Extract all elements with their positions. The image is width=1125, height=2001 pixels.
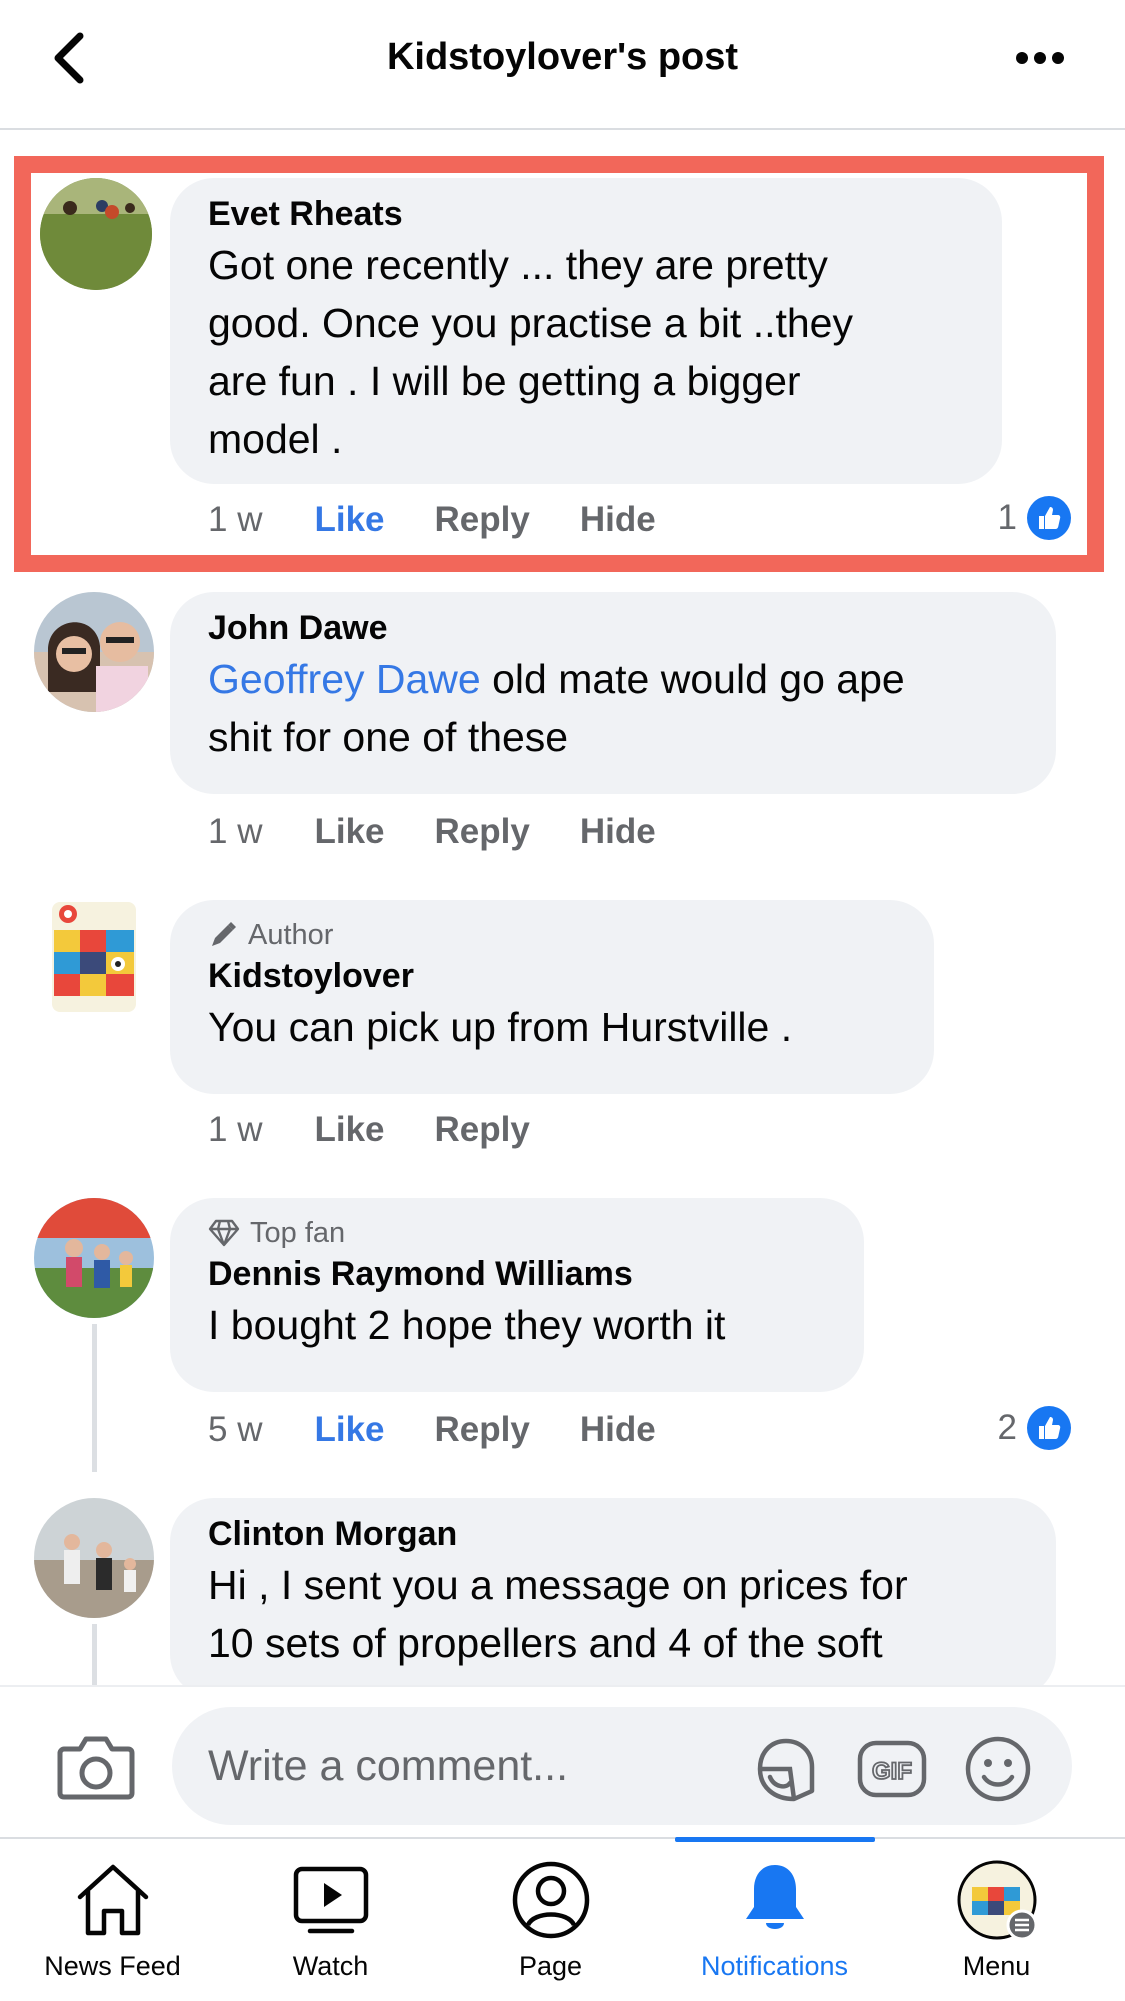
camera-button[interactable]: [56, 1731, 136, 1803]
reaction-number: 2: [997, 1408, 1017, 1447]
comment-actions: 5 w Like Reply Hide: [208, 1410, 706, 1450]
comment-composer: GIF: [0, 1685, 1125, 1837]
tab-label: Watch: [292, 1951, 369, 1981]
page-title: Kidstoylover's post: [386, 36, 739, 78]
comment-bubble: John Dawe Geoffrey Dawe old mate would g…: [170, 592, 1056, 794]
avatar[interactable]: [34, 1198, 154, 1318]
comment-author[interactable]: John Dawe: [208, 606, 1016, 650]
comment-time[interactable]: 1 w: [208, 812, 262, 852]
comment-author[interactable]: Dennis Raymond Williams: [208, 1252, 824, 1296]
tab-label: Menu: [962, 1951, 1031, 1981]
highlight-box: [14, 156, 1104, 572]
tab-watch[interactable]: Watch: [218, 1839, 443, 2001]
thumbs-up-icon: [1027, 1406, 1071, 1450]
tab-label: News Feed: [44, 1951, 181, 1981]
comment-text: Geoffrey Dawe old mate would go ape shit…: [208, 656, 905, 760]
comment-bubble: Top fan Dennis Raymond Williams I bought…: [170, 1198, 864, 1392]
thread-line: [92, 1324, 97, 1472]
comment-actions: 1 w Like Reply Hide: [208, 812, 706, 852]
home-icon: [77, 1864, 148, 1936]
more-options-button[interactable]: [1010, 36, 1070, 80]
avatar-photo: [34, 1498, 154, 1618]
comment-actions: 1 w Like Reply: [208, 1110, 580, 1150]
emoji-button[interactable]: [962, 1733, 1034, 1805]
author-badge: Author: [208, 916, 894, 954]
menu-avatar-icon: [957, 1860, 1037, 1941]
hide-button[interactable]: Hide: [580, 812, 656, 852]
reply-button[interactable]: Reply: [435, 1110, 530, 1150]
avatar-photo: [34, 1198, 154, 1318]
pen-icon: [212, 922, 236, 946]
tab-label: Notifications: [700, 1951, 849, 1981]
like-button[interactable]: Like: [314, 1410, 384, 1450]
comment-input[interactable]: [172, 1707, 1072, 1825]
comment-author[interactable]: Clinton Morgan: [208, 1512, 1016, 1556]
comment-bubble: Clinton Morgan Hi , I sent you a message…: [170, 1498, 1056, 1698]
tab-page[interactable]: Page: [438, 1839, 663, 2001]
tab-news-feed[interactable]: News Feed: [0, 1839, 225, 2001]
comment-text: You can pick up from Hurstville .: [208, 1004, 793, 1050]
avatar[interactable]: [34, 592, 154, 712]
comment-author[interactable]: Kidstoylover: [208, 954, 894, 998]
avatar[interactable]: [52, 902, 136, 1012]
top-fan-badge: Top fan: [208, 1214, 824, 1252]
svg-text:GIF: GIF: [872, 1758, 912, 1785]
avatar-photo: [34, 592, 154, 712]
gif-icon: GIF: [857, 1740, 927, 1798]
tab-label: Page: [518, 1951, 583, 1981]
like-button[interactable]: Like: [314, 1110, 384, 1150]
thread-line: [92, 1624, 97, 1686]
gif-button[interactable]: GIF: [856, 1733, 928, 1805]
reply-button[interactable]: Reply: [435, 812, 530, 852]
comment-time[interactable]: 1 w: [208, 1110, 262, 1150]
video-icon: [293, 1866, 368, 1934]
sticker-button[interactable]: [750, 1733, 822, 1805]
mention-link[interactable]: Geoffrey Dawe: [208, 656, 481, 702]
reaction-count[interactable]: 2: [998, 1406, 1071, 1450]
camera-icon: [57, 1736, 135, 1800]
comment-bubble: Author Kidstoylover You can pick up from…: [170, 900, 934, 1094]
bottom-tab-bar: News Feed Watch Page Notifications Menu: [0, 1837, 1125, 2001]
diamond-icon: [208, 1219, 240, 1247]
reply-button[interactable]: Reply: [435, 1410, 530, 1450]
more-dots-icon: [1016, 52, 1064, 64]
comment-text: Hi , I sent you a message on prices for …: [208, 1562, 908, 1666]
bell-icon: [745, 1865, 804, 1929]
badge-label: Author: [248, 919, 334, 951]
emoji-icon: [965, 1736, 1031, 1802]
tab-notifications[interactable]: Notifications: [662, 1839, 887, 2001]
hide-button[interactable]: Hide: [580, 1410, 656, 1450]
like-button[interactable]: Like: [314, 812, 384, 852]
sticker-icon: [757, 1738, 815, 1802]
comment-time[interactable]: 5 w: [208, 1410, 262, 1450]
comment-text: I bought 2 hope they worth it: [208, 1302, 726, 1348]
profile-icon: [512, 1861, 589, 1939]
tab-menu[interactable]: Menu: [884, 1839, 1109, 2001]
badge-label: Top fan: [250, 1217, 346, 1249]
page-logo-avatar: [52, 902, 136, 1012]
avatar[interactable]: [34, 1498, 154, 1618]
header: Kidstoylover's post: [0, 0, 1125, 130]
